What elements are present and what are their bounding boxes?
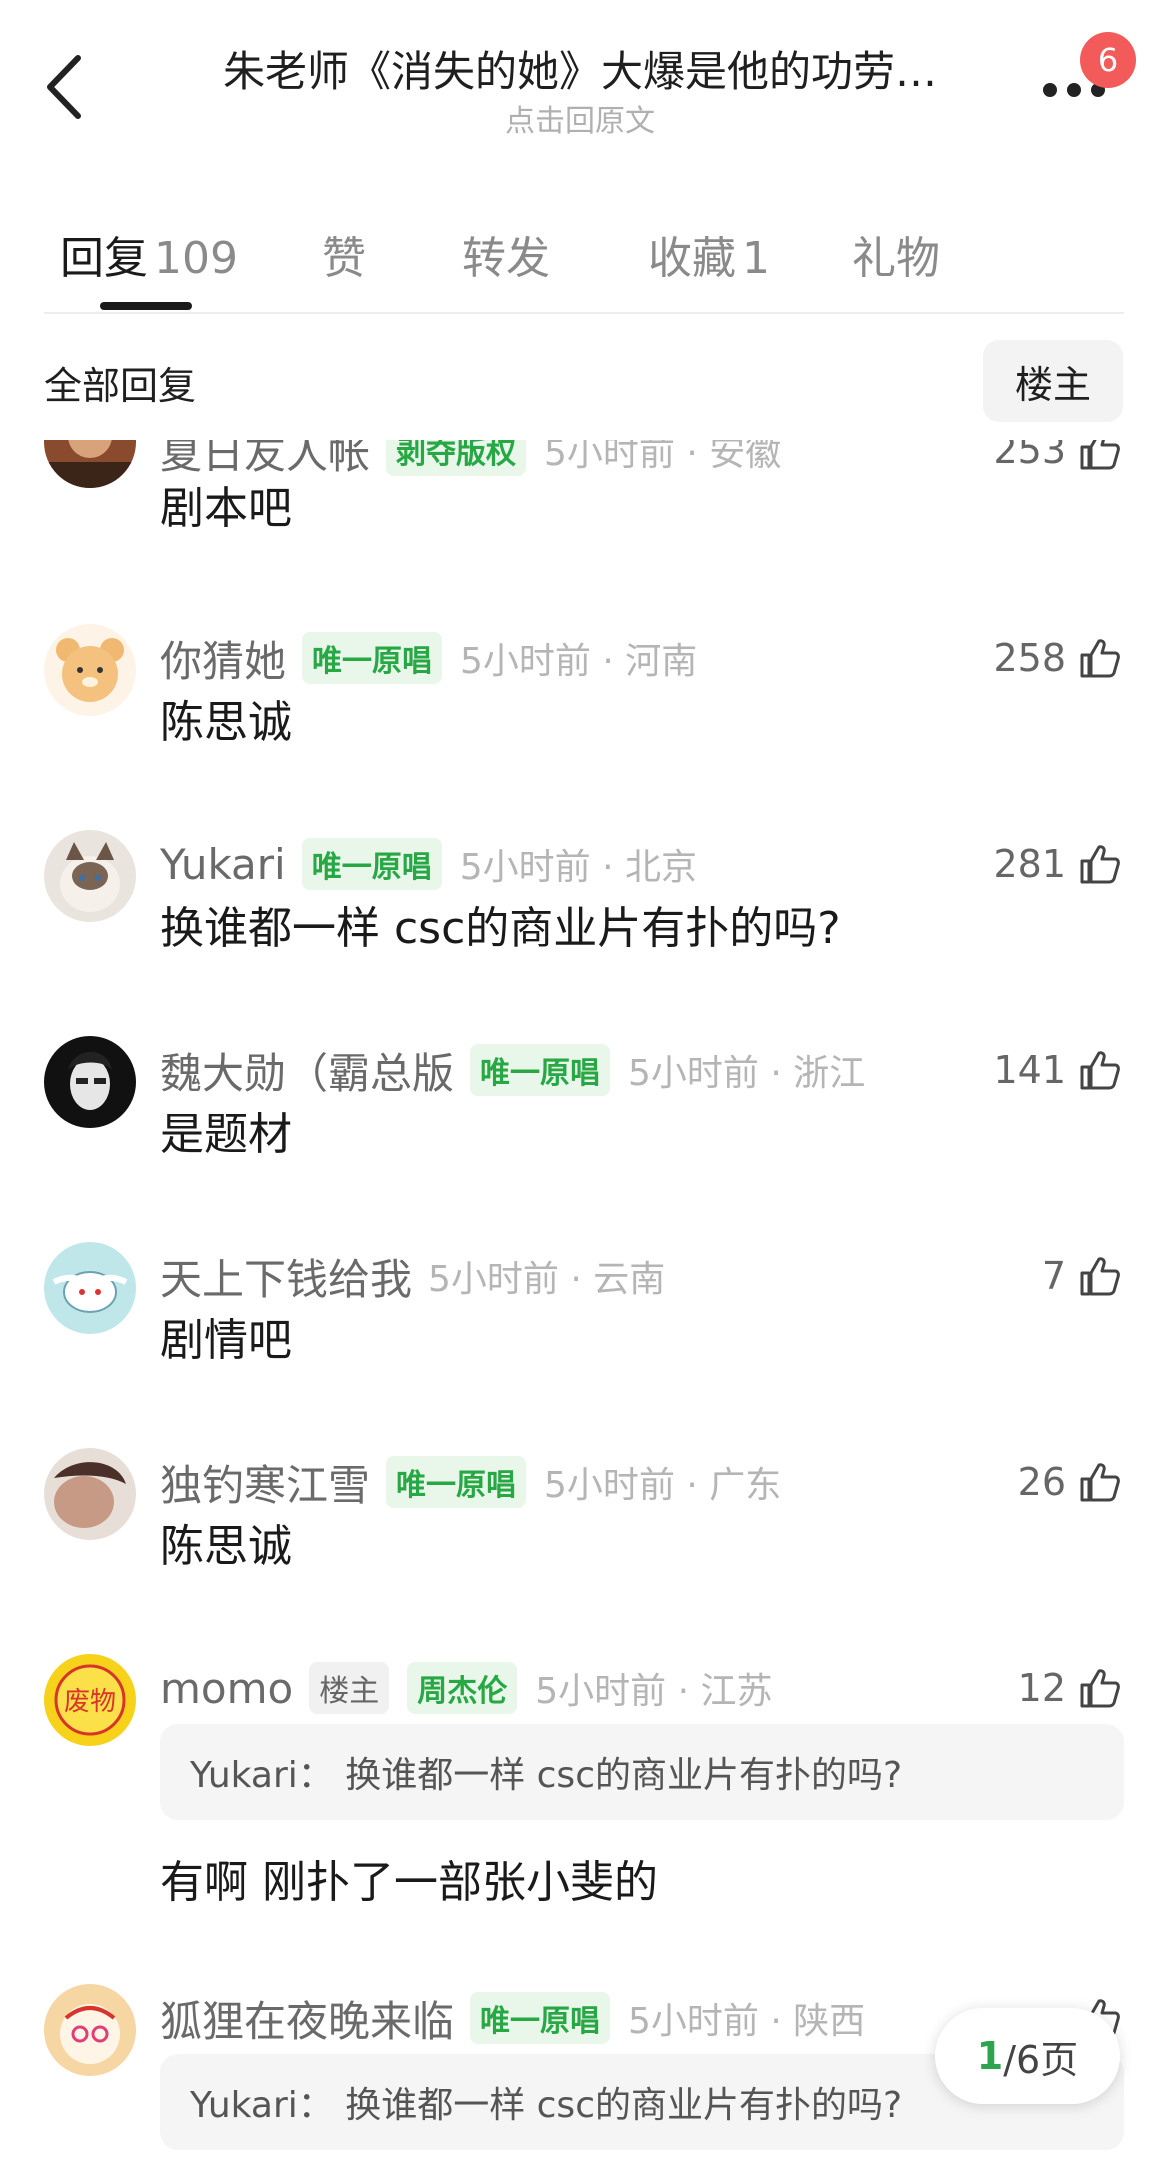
- timestamp-location: 5小时前 · 江苏: [535, 1671, 773, 1712]
- fan-badge: 唯一原唱: [386, 1456, 527, 1508]
- fan-badge: 唯一原唱: [301, 838, 442, 890]
- tab-likes[interactable]: 赞: [322, 222, 366, 286]
- like-control[interactable]: 26: [1018, 1454, 1122, 1510]
- username[interactable]: 你猜她: [160, 628, 286, 689]
- comment-meta: momo 楼主 周杰伦 5小时前 · 江苏: [160, 1660, 772, 1716]
- timestamp-location: 5小时前 · 安徽: [544, 440, 782, 474]
- avatar[interactable]: [44, 1448, 136, 1540]
- comment-meta: 独钓寒江雪 唯一原唱 5小时前 · 广东: [160, 1454, 781, 1510]
- op-filter-button[interactable]: 楼主: [983, 340, 1123, 422]
- svg-text:废物: 废物: [64, 1687, 116, 1717]
- comment-meta: Yukari 唯一原唱 5小时前 · 北京: [160, 836, 697, 892]
- comment-text: 陈思诚: [160, 1521, 292, 1572]
- comment-meta: 天上下钱给我 5小时前 · 云南: [160, 1248, 665, 1304]
- username[interactable]: Yukari: [160, 840, 286, 889]
- like-control[interactable]: 281: [993, 836, 1122, 892]
- tab-label: 收藏: [648, 233, 736, 284]
- thumbs-up-icon[interactable]: [1078, 1666, 1122, 1710]
- avatar[interactable]: [44, 1242, 136, 1334]
- like-count: 12: [1017, 1666, 1066, 1710]
- divider: [44, 312, 1124, 314]
- username[interactable]: momo: [160, 1664, 293, 1713]
- comment-text: 是题材: [160, 1109, 292, 1160]
- like-count: 258: [993, 636, 1066, 680]
- like-control[interactable]: 253: [993, 440, 1122, 478]
- total-pages: /6页: [1003, 2037, 1079, 2082]
- fan-badge: 唯一原唱: [470, 1044, 611, 1096]
- section-title: 全部回复: [44, 364, 197, 408]
- tab-favorites[interactable]: 收藏 1: [648, 222, 770, 286]
- quoted-reply[interactable]: Yukari： 换谁都一样 csc的商业片有扑的吗?: [160, 1724, 1124, 1820]
- active-tab-indicator: [100, 302, 192, 310]
- tab-replies[interactable]: 回复 109: [60, 222, 238, 286]
- tab-reposts[interactable]: 转发: [462, 222, 550, 286]
- timestamp-location: 5小时前 · 广东: [544, 1465, 782, 1506]
- tab-count: 109: [154, 233, 238, 284]
- comment-text: 剧情吧: [160, 1315, 292, 1366]
- timestamp-location: 5小时前 · 云南: [428, 1259, 666, 1300]
- comment-meta: 狐狸在夜晚来临 唯一原唱 5小时前 · 陕西: [160, 1990, 865, 2046]
- comment-meta: 你猜她 唯一原唱 5小时前 · 河南: [160, 630, 697, 686]
- username[interactable]: 魏大勋（霸总版: [160, 1040, 454, 1101]
- timestamp-location: 5小时前 · 浙江: [628, 1053, 866, 1094]
- fan-badge: 唯一原唱: [302, 632, 443, 684]
- username[interactable]: 天上下钱给我: [160, 1246, 412, 1307]
- thumbs-up-icon[interactable]: [1078, 1048, 1122, 1092]
- comment-text: 有啊 刚扑了一部张小斐的: [160, 1857, 658, 1908]
- back-arrow-icon[interactable]: [40, 52, 90, 122]
- tab-label: 转发: [462, 233, 550, 284]
- thumbs-up-icon[interactable]: [1078, 1460, 1122, 1504]
- op-badge: 楼主: [309, 1662, 390, 1714]
- avatar[interactable]: [44, 1984, 136, 2076]
- thumbs-up-icon[interactable]: [1078, 636, 1122, 680]
- tab-label: 礼物: [852, 233, 940, 284]
- avatar[interactable]: [44, 624, 136, 716]
- timestamp-location: 5小时前 · 陕西: [628, 2001, 866, 2042]
- username[interactable]: 独钓寒江雪: [160, 1452, 370, 1513]
- comment-list: 夏日友人帐 剥夺版权 5小时前 · 安徽 253 剧本吧 你猜她 唯一原唱 5小…: [0, 440, 1170, 2173]
- comment-meta: 魏大勋（霸总版 唯一原唱 5小时前 · 浙江: [160, 1042, 865, 1098]
- like-count: 253: [993, 440, 1066, 472]
- timestamp-location: 5小时前 · 北京: [459, 847, 697, 888]
- notification-badge: 6: [1080, 32, 1136, 88]
- comment-text: 剧本吧: [160, 483, 292, 534]
- like-count: 141: [993, 1048, 1066, 1092]
- username[interactable]: 狐狸在夜晚来临: [160, 1988, 454, 2049]
- thumbs-up-icon[interactable]: [1078, 842, 1122, 886]
- avatar[interactable]: [44, 830, 136, 922]
- like-control[interactable]: 7: [1042, 1248, 1122, 1304]
- avatar[interactable]: [44, 440, 136, 488]
- like-control[interactable]: 258: [993, 630, 1122, 686]
- comment-text: 陈思诚: [160, 697, 292, 748]
- like-count: 26: [1017, 1460, 1066, 1504]
- avatar[interactable]: [44, 1036, 136, 1128]
- fan-badge: 周杰伦: [407, 1662, 518, 1714]
- tab-label: 回复: [60, 233, 148, 284]
- top-bar: 朱老师《消失的她》大爆是他的功劳… 点击回原文 6: [0, 0, 1170, 160]
- tab-label: 赞: [322, 233, 366, 284]
- post-title[interactable]: 朱老师《消失的她》大爆是他的功劳…: [180, 38, 980, 99]
- like-control[interactable]: 12: [1018, 1660, 1122, 1716]
- comment-text: 换谁都一样 csc的商业片有扑的吗?: [160, 903, 841, 954]
- fan-badge: 唯一原唱: [470, 1992, 611, 2044]
- page-indicator[interactable]: 1/6页: [935, 2008, 1120, 2104]
- thumbs-up-icon[interactable]: [1078, 1254, 1122, 1298]
- timestamp-location: 5小时前 · 河南: [460, 641, 698, 682]
- back-to-original-link[interactable]: 点击回原文: [180, 96, 980, 140]
- current-page: 1: [976, 2034, 1004, 2078]
- avatar[interactable]: 废物: [44, 1654, 136, 1746]
- like-count: 7: [1041, 1254, 1066, 1298]
- tab-count: 1: [742, 233, 770, 284]
- tab-gifts[interactable]: 礼物: [852, 222, 940, 286]
- like-control[interactable]: 141: [993, 1042, 1122, 1098]
- thumbs-up-icon[interactable]: [1078, 440, 1122, 472]
- tab-bar: 回复 109 赞 转发 收藏 1 礼物: [0, 210, 1170, 310]
- fan-badge: 剥夺版权: [386, 440, 527, 476]
- like-count: 281: [993, 842, 1066, 886]
